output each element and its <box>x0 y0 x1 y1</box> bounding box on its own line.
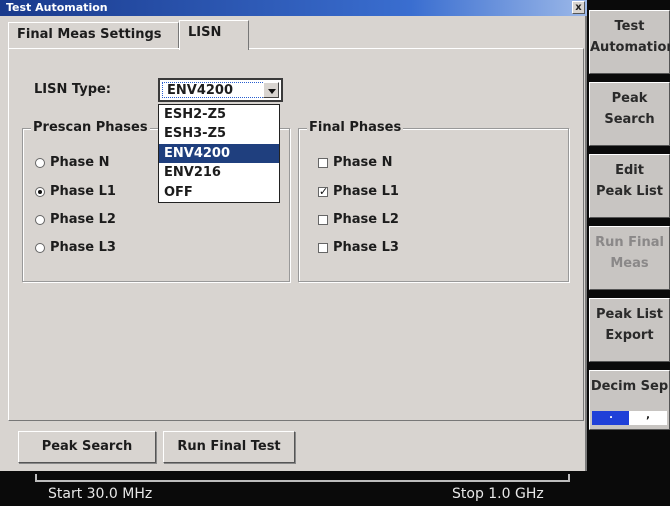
checkbox-icon[interactable] <box>318 243 328 253</box>
lisn-type-label: LISN Type: <box>34 82 112 97</box>
softkey-decim-sep[interactable]: Decim Sep . , <box>589 370 670 430</box>
softkey-label: Peak <box>611 91 648 106</box>
window-titlebar: Test Automation x <box>0 0 587 16</box>
checkbox-icon[interactable] <box>318 215 328 225</box>
softkey-label: Decim Sep <box>590 379 669 394</box>
decim-sep-comma-option[interactable]: , <box>629 411 667 425</box>
tab-lisn[interactable]: LISN <box>179 20 249 50</box>
dropdown-option-env4200[interactable]: ENV4200 <box>159 143 279 164</box>
checkbox-checked-icon[interactable] <box>318 184 328 200</box>
peak-search-button[interactable]: Peak Search <box>18 431 156 463</box>
option-label: Phase L1 <box>333 184 399 199</box>
prescan-phase-n-radio[interactable]: Phase N <box>34 155 110 171</box>
softkey-panel: Test Automation Peak Search Edit Peak Li… <box>589 0 670 471</box>
softkey-run-final-meas[interactable]: Run Final Meas <box>589 226 670 290</box>
close-icon[interactable]: x <box>572 1 585 14</box>
decim-sep-dot-option[interactable]: . <box>592 411 630 425</box>
option-label: Phase L3 <box>333 240 399 255</box>
axis-tick <box>568 474 570 482</box>
option-label: Phase L1 <box>50 184 116 199</box>
frequency-axis-line <box>35 480 570 482</box>
axis-tick <box>35 474 37 482</box>
softkey-test-automation[interactable]: Test Automation <box>589 10 670 74</box>
option-label: Phase L2 <box>50 212 116 227</box>
softkey-label: Run Final <box>595 235 664 250</box>
tab-final-meas-settings[interactable]: Final Meas Settings <box>8 22 179 48</box>
run-final-test-button[interactable]: Run Final Test <box>163 431 295 463</box>
softkey-label: Test <box>614 19 645 34</box>
softkey-label: Export <box>605 328 654 343</box>
option-label: Phase N <box>50 155 110 170</box>
lisn-type-select[interactable]: ENV4200 <box>158 78 283 102</box>
prescan-phase-l1-radio[interactable]: Phase L1 <box>34 184 116 200</box>
softkey-label: Peak List <box>596 307 663 322</box>
checkbox-icon[interactable] <box>318 158 328 168</box>
prescan-phase-l2-radio[interactable]: Phase L2 <box>34 212 116 228</box>
chevron-down-icon[interactable] <box>263 82 279 98</box>
option-label: Phase N <box>333 155 393 170</box>
radio-icon[interactable] <box>35 243 45 253</box>
radio-selected-icon[interactable] <box>35 187 45 197</box>
test-automation-dialog: Test Automation x Final Meas Settings LI… <box>0 0 587 471</box>
softkey-peak-search[interactable]: Peak Search <box>589 82 670 146</box>
window-title: Test Automation <box>6 1 108 14</box>
prescan-phase-l3-radio[interactable]: Phase L3 <box>34 240 116 256</box>
softkey-label: Automation <box>590 40 670 55</box>
final-phases-group: Final Phases <box>298 120 569 282</box>
softkey-label: Search <box>604 112 655 127</box>
radio-icon[interactable] <box>35 158 45 168</box>
final-phases-title: Final Phases <box>307 120 404 135</box>
frequency-status-bar: Start 30.0 MHz Stop 1.0 GHz <box>0 471 670 506</box>
final-phase-l1-checkbox[interactable]: Phase L1 <box>317 184 399 200</box>
start-frequency: Start 30.0 MHz <box>48 486 153 502</box>
dropdown-option-off[interactable]: OFF <box>159 183 279 202</box>
prescan-phases-title: Prescan Phases <box>31 120 150 135</box>
softkey-peak-list-export[interactable]: Peak List Export <box>589 298 670 362</box>
final-phase-l2-checkbox[interactable]: Phase L2 <box>317 212 399 228</box>
radio-icon[interactable] <box>35 215 45 225</box>
dropdown-option-esh3-z5[interactable]: ESH3-Z5 <box>159 124 279 143</box>
stop-frequency: Stop 1.0 GHz <box>452 486 544 502</box>
option-label: Phase L3 <box>50 240 116 255</box>
dropdown-option-env216[interactable]: ENV216 <box>159 163 279 182</box>
option-label: Phase L2 <box>333 212 399 227</box>
dropdown-option-esh2-z5[interactable]: ESH2-Z5 <box>159 105 279 124</box>
softkey-label: Peak List <box>596 184 663 199</box>
softkey-label: Edit <box>615 163 644 178</box>
final-phase-l3-checkbox[interactable]: Phase L3 <box>317 240 399 256</box>
softkey-edit-peak-list[interactable]: Edit Peak List <box>589 154 670 218</box>
lisn-type-dropdown: ESH2-Z5 ESH3-Z5 ENV4200 ENV216 OFF <box>158 104 280 203</box>
lisn-type-value: ENV4200 <box>167 83 234 98</box>
softkey-label: Meas <box>610 256 649 271</box>
final-phase-n-checkbox[interactable]: Phase N <box>317 155 393 171</box>
